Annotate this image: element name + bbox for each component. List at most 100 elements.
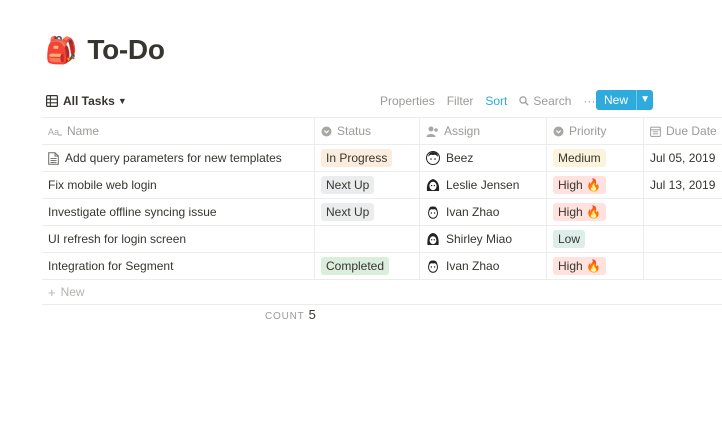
view-name: All Tasks bbox=[63, 94, 115, 108]
assignee-name: Beez bbox=[446, 151, 474, 165]
cell-due-date[interactable] bbox=[644, 226, 722, 252]
plus-icon: + bbox=[48, 284, 56, 300]
cell-name[interactable]: Add query parameters for new templates bbox=[42, 145, 315, 171]
sort-button[interactable]: Sort bbox=[485, 94, 507, 108]
add-new-row-button[interactable]: + New bbox=[42, 280, 722, 305]
person-property-icon bbox=[426, 126, 439, 137]
cell-priority[interactable]: Medium bbox=[547, 145, 644, 171]
count-value: 5 bbox=[308, 307, 316, 322]
chevron-down-icon: ▼ bbox=[117, 96, 127, 106]
cell-due-date[interactable] bbox=[644, 253, 722, 279]
table-row[interactable]: Fix mobile web login Next Up Leslie Jensen… bbox=[42, 172, 722, 199]
cell-priority[interactable]: High 🔥 bbox=[547, 253, 644, 279]
priority-badge: Medium bbox=[553, 149, 606, 167]
column-header-status[interactable]: Status bbox=[315, 118, 420, 144]
properties-button[interactable]: Properties bbox=[380, 94, 435, 108]
due-date: Jul 13, 2019 bbox=[650, 178, 716, 192]
table-row[interactable]: Investigate offline syncing issue Next Up… bbox=[42, 199, 722, 226]
backpack-icon[interactable]: 🎒 bbox=[45, 37, 77, 63]
status-badge: Next Up bbox=[321, 203, 375, 221]
view-switcher[interactable]: All Tasks ▼ bbox=[46, 94, 127, 108]
svg-text:Aa: Aa bbox=[48, 127, 59, 136]
table-header-row: Aa Name Status Assign Priority Due Date bbox=[42, 117, 722, 145]
priority-badge: Low bbox=[553, 230, 586, 248]
column-header-label: Name bbox=[67, 124, 100, 138]
column-header-priority[interactable]: Priority bbox=[547, 118, 644, 144]
page-title[interactable]: To-Do bbox=[87, 34, 165, 66]
column-header-assign[interactable]: Assign bbox=[420, 118, 547, 144]
assignee-name: Leslie Jensen bbox=[446, 178, 520, 192]
column-header-name[interactable]: Aa Name bbox=[42, 118, 315, 144]
column-header-due-date[interactable]: Due Date bbox=[644, 118, 722, 144]
column-header-label: Status bbox=[337, 124, 372, 138]
new-row-label: New bbox=[60, 285, 85, 299]
page-header: 🎒 To-Do bbox=[45, 34, 165, 66]
cell-due-date[interactable] bbox=[644, 199, 722, 225]
search-icon bbox=[519, 96, 530, 106]
assignee-name: Shirley Miao bbox=[446, 232, 513, 246]
avatar-leslie-jensen bbox=[426, 178, 440, 192]
cell-priority[interactable]: Low bbox=[547, 226, 644, 252]
table-body: Add query parameters for new templates In… bbox=[42, 145, 722, 280]
task-name: Integration for Segment bbox=[48, 259, 174, 273]
page-doc-icon bbox=[48, 151, 59, 165]
task-name: Fix mobile web login bbox=[48, 178, 157, 192]
cell-assign[interactable]: Ivan Zhao bbox=[420, 253, 547, 279]
priority-badge: High 🔥 bbox=[553, 203, 606, 221]
count-label: COUNT bbox=[265, 311, 305, 322]
cell-assign[interactable]: Beez bbox=[420, 145, 547, 171]
toolbar: Properties Filter Sort Search ··· bbox=[368, 90, 595, 112]
chevron-down-icon[interactable]: ▼ bbox=[636, 90, 653, 110]
cell-status[interactable]: Next Up bbox=[315, 199, 420, 225]
avatar-shirley-miao bbox=[426, 232, 440, 246]
cell-name[interactable]: Integration for Segment bbox=[42, 253, 315, 279]
filter-button[interactable]: Filter bbox=[447, 94, 474, 108]
task-name: UI refresh for login screen bbox=[48, 232, 187, 246]
status-badge: Completed bbox=[321, 257, 390, 275]
table-row[interactable]: Add query parameters for new templates In… bbox=[42, 145, 722, 172]
cell-assign[interactable]: Ivan Zhao bbox=[420, 199, 547, 225]
cell-name[interactable]: Fix mobile web login bbox=[42, 172, 315, 198]
cell-assign[interactable]: Shirley Miao bbox=[420, 226, 547, 252]
cell-status[interactable]: Next Up bbox=[315, 172, 420, 198]
avatar-ivan-zhao bbox=[426, 205, 440, 219]
status-badge: Next Up bbox=[321, 176, 375, 194]
table-row[interactable]: UI refresh for login screen Shirley Miao L… bbox=[42, 226, 722, 253]
column-header-label: Due Date bbox=[666, 124, 717, 138]
text-property-icon: Aa bbox=[48, 126, 62, 136]
assignee-name: Ivan Zhao bbox=[446, 259, 500, 273]
cell-status[interactable]: In Progress bbox=[315, 145, 420, 171]
priority-badge: High 🔥 bbox=[553, 257, 606, 275]
cell-name[interactable]: UI refresh for login screen bbox=[42, 226, 315, 252]
cell-status[interactable]: Completed bbox=[315, 253, 420, 279]
avatar-ivan-zhao bbox=[426, 259, 440, 273]
assignee-name: Ivan Zhao bbox=[446, 205, 500, 219]
cell-priority[interactable]: High 🔥 bbox=[547, 199, 644, 225]
cell-status[interactable] bbox=[315, 226, 420, 252]
status-badge: In Progress bbox=[321, 149, 393, 167]
search-button[interactable]: Search bbox=[519, 94, 571, 108]
count-footer[interactable]: COUNT 5 bbox=[265, 307, 316, 322]
more-options-button[interactable]: ··· bbox=[583, 94, 595, 108]
column-header-label: Priority bbox=[569, 124, 607, 138]
view-bar: All Tasks ▼ Properties Filter Sort Searc… bbox=[46, 90, 722, 112]
cell-name[interactable]: Investigate offline syncing issue bbox=[42, 199, 315, 225]
new-button-group: New ▼ bbox=[596, 90, 654, 110]
select-property-icon bbox=[321, 126, 332, 137]
avatar-beez bbox=[426, 151, 440, 165]
select-property-icon bbox=[553, 126, 564, 137]
new-button[interactable]: New bbox=[596, 90, 636, 110]
tasks-table: Aa Name Status Assign Priority Due Date … bbox=[42, 117, 722, 305]
cell-due-date[interactable]: Jul 13, 2019 bbox=[644, 172, 722, 198]
table-view-icon bbox=[46, 95, 58, 107]
calendar-icon bbox=[650, 126, 661, 137]
column-header-label: Assign bbox=[444, 124, 481, 138]
cell-assign[interactable]: Leslie Jensen bbox=[420, 172, 547, 198]
table-row[interactable]: Integration for Segment Completed Ivan Zha… bbox=[42, 253, 722, 280]
due-date: Jul 05, 2019 bbox=[650, 151, 716, 165]
cell-due-date[interactable]: Jul 05, 2019 bbox=[644, 145, 722, 171]
priority-badge: High 🔥 bbox=[553, 176, 606, 194]
cell-priority[interactable]: High 🔥 bbox=[547, 172, 644, 198]
search-label: Search bbox=[533, 94, 572, 108]
task-name: Investigate offline syncing issue bbox=[48, 205, 217, 219]
